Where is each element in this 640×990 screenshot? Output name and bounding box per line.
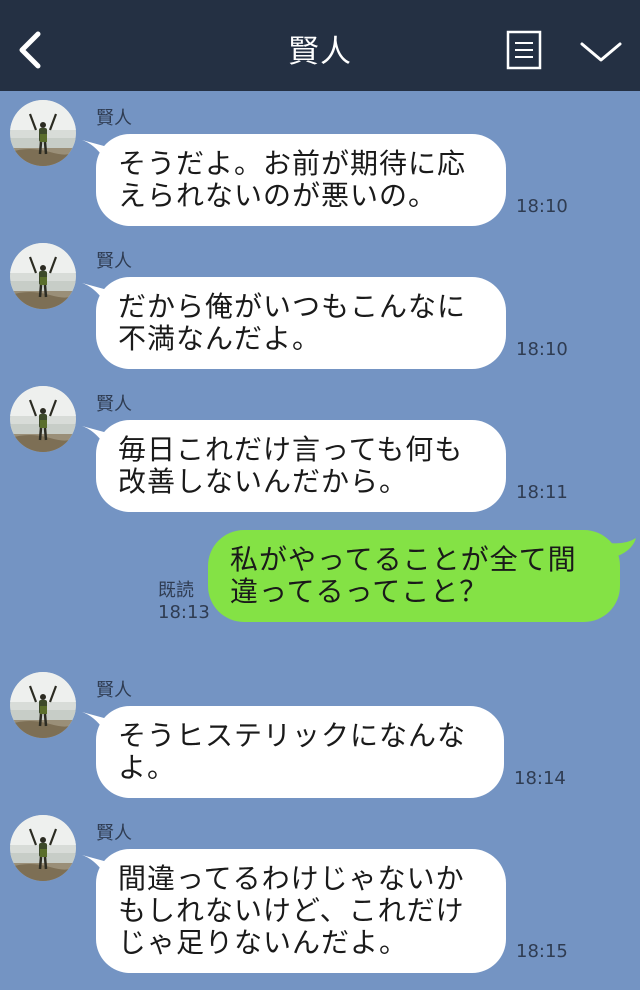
avatar[interactable] bbox=[10, 815, 76, 881]
message-line: じゃ足りないんだよ。 bbox=[118, 926, 409, 959]
timestamp: 18:10 bbox=[516, 339, 568, 360]
avatar[interactable] bbox=[10, 100, 76, 166]
sender-name: 賢人 bbox=[96, 823, 132, 844]
message-bubble[interactable]: 間違ってるわけじゃないか もしれないけど、これだけ じゃ足りないんだよ。 bbox=[96, 849, 506, 973]
read-receipt: 既読 18:13 bbox=[158, 580, 210, 624]
message-line: 違ってるってこと？ bbox=[230, 575, 489, 608]
message-bubble[interactable]: 私がやってることが全て間 違ってるってこと？ bbox=[208, 530, 620, 622]
message-line: 間違ってるわけじゃないか bbox=[118, 862, 465, 895]
read-label: 既読 bbox=[158, 580, 194, 601]
timestamp: 18:11 bbox=[516, 482, 568, 503]
timestamp: 18:13 bbox=[158, 602, 210, 623]
message-line: だから俺がいつもこんなに bbox=[118, 290, 467, 323]
message-line: 不満なんだよ。 bbox=[118, 322, 322, 355]
menu-icon[interactable] bbox=[506, 30, 542, 70]
timestamp: 18:10 bbox=[516, 196, 568, 217]
timestamp: 18:15 bbox=[516, 941, 568, 962]
message-bubble[interactable]: 毎日これだけ言っても何も 改善しないんだから。 bbox=[96, 420, 506, 512]
sender-name: 賢人 bbox=[96, 394, 132, 415]
message-line: 毎日これだけ言っても何も bbox=[118, 433, 464, 466]
chat-header: 賢人 bbox=[0, 0, 640, 91]
message-line: 改善しないんだから。 bbox=[118, 465, 409, 498]
message-bubble[interactable]: だから俺がいつもこんなに 不満なんだよ。 bbox=[96, 277, 506, 369]
sender-name: 賢人 bbox=[96, 680, 132, 701]
message-line: そうヒステリックになんな bbox=[118, 719, 467, 752]
sender-name: 賢人 bbox=[96, 251, 132, 272]
message-line: もしれないけど、これだけ bbox=[118, 894, 465, 927]
message-line: よ。 bbox=[118, 751, 177, 784]
chat-title: 賢人 bbox=[288, 34, 352, 70]
bubble-tail bbox=[602, 538, 636, 558]
message-line: えられないのが悪いの。 bbox=[118, 179, 438, 212]
avatar[interactable] bbox=[10, 386, 76, 452]
avatar[interactable] bbox=[10, 243, 76, 309]
sender-name: 賢人 bbox=[96, 108, 132, 129]
avatar[interactable] bbox=[10, 672, 76, 738]
timestamp: 18:14 bbox=[514, 768, 566, 789]
message-line: そうだよ。お前が期待に応 bbox=[118, 147, 467, 180]
message-line: 私がやってることが全て間 bbox=[230, 543, 577, 576]
message-bubble[interactable]: そうだよ。お前が期待に応 えられないのが悪いの。 bbox=[96, 134, 506, 226]
message-bubble[interactable]: そうヒステリックになんな よ。 bbox=[96, 706, 504, 798]
chevron-down-icon[interactable] bbox=[579, 38, 623, 66]
